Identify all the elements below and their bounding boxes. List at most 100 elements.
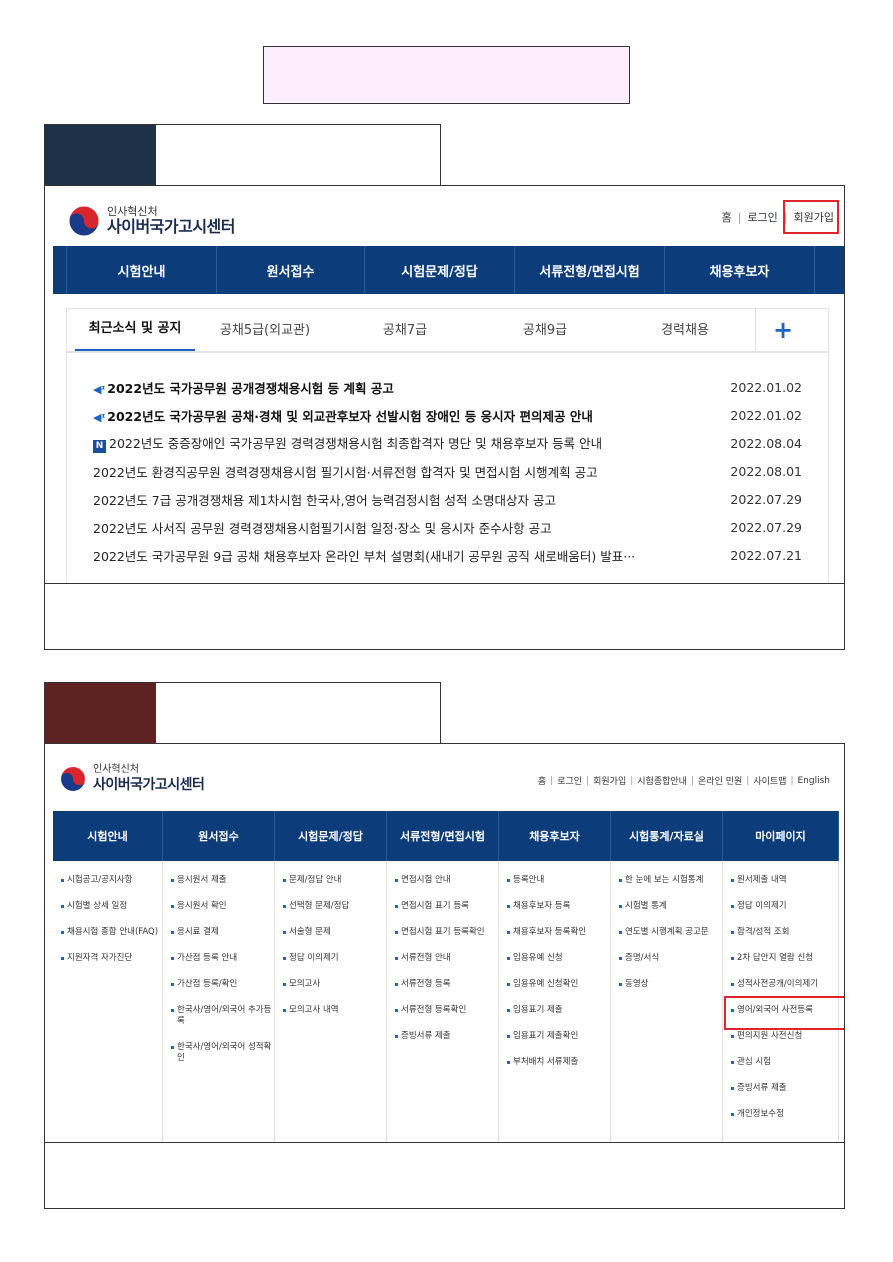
mega-menu-item[interactable]: 연도별 시행계획 공고문 — [619, 927, 722, 938]
step1-color-block — [45, 125, 156, 185]
util-link[interactable]: 로그인 — [557, 774, 582, 787]
nav-item[interactable]: 마이페이지 — [723, 811, 839, 861]
news-row[interactable]: 2022년도 사서직 공무원 경력경쟁채용시험필기시험 일정·장소 및 응시자 … — [93, 513, 802, 541]
mega-menu-item[interactable]: 지원자격 자가진단 — [61, 953, 162, 964]
step2-tab — [44, 682, 441, 744]
util-link[interactable]: 시험종합안내 — [637, 774, 687, 787]
mega-menu-item[interactable]: 한 눈에 보는 시험통계 — [619, 875, 722, 886]
util-link[interactable]: 회원가입 — [593, 774, 626, 787]
mega-menu-item[interactable]: 모의고사 내역 — [283, 1005, 386, 1016]
mega-menu-item[interactable]: 임용표기 제출 — [507, 1005, 610, 1016]
news-row[interactable]: 2022년도 환경직공무원 경력경쟁채용시험 필기시험·서류전형 합격자 및 면… — [93, 457, 802, 485]
mega-menu-item[interactable]: 채용후보자 등록확인 — [507, 927, 610, 938]
nav-item-more[interactable] — [815, 246, 844, 294]
mega-menu-item[interactable]: 증빙서류 제출 — [731, 1083, 838, 1094]
mega-menu-item[interactable]: 시험별 상세 일정 — [61, 901, 162, 912]
mega-menu-item[interactable]: 등록안내 — [507, 875, 610, 886]
mega-menu-item[interactable]: 성적사전공개/이의제기 — [731, 979, 838, 990]
nav-item[interactable]: 서류전형/면접시험 — [387, 811, 499, 861]
news-row[interactable]: N 2022년도 중증장애인 국가공무원 경력경쟁채용시험 최종합격자 명단 및 … — [93, 429, 802, 457]
mega-menu-item[interactable]: 임용유예 신청 — [507, 953, 610, 964]
mega-menu-item[interactable]: 임용유예 신청확인 — [507, 979, 610, 990]
mega-menu-item[interactable]: 서술형 문제 — [283, 927, 386, 938]
news-row[interactable]: ◀ᶦ 2022년도 국가공무원 공개경쟁채용시험 등 계획 공고 2022.01.0… — [93, 373, 802, 401]
mega-menu-item[interactable]: 선택형 문제/정답 — [283, 901, 386, 912]
util-home-link[interactable]: 홈 — [722, 209, 732, 225]
mega-menu-item[interactable]: 채용후보자 등록 — [507, 901, 610, 912]
mega-menu-item[interactable]: 응시원서 확인 — [171, 901, 274, 912]
mega-menu-item[interactable]: 서류전형 안내 — [395, 953, 498, 964]
mega-menu-item[interactable]: 한국사/영어/외국어 추가등록 — [171, 1005, 274, 1027]
util-link[interactable]: 온라인 민원 — [698, 774, 742, 787]
util-link[interactable]: 사이트맵 — [753, 774, 786, 787]
news-title[interactable]: 2022년도 국가공무원 9급 공채 채용후보자 온라인 부처 설명회(새내기 … — [93, 546, 713, 565]
mega-menu-item[interactable]: 응시료 결제 — [171, 927, 274, 938]
news-title[interactable]: 2022년도 사서직 공무원 경력경쟁채용시험필기시험 일정·장소 및 응시자 … — [93, 518, 713, 537]
mega-menu-item[interactable]: 증빙서류 제출 — [395, 1031, 498, 1042]
nav-item[interactable]: 원서접수 — [163, 811, 275, 861]
divider: | — [586, 775, 590, 786]
mega-menu-item[interactable]: 면접시험 표기 등록확인 — [395, 927, 498, 938]
site-logo[interactable]: 인사혁신처 사이버국가고시센터 — [59, 764, 205, 794]
news-title[interactable]: 2022년도 환경직공무원 경력경쟁채용시험 필기시험·서류전형 합격자 및 면… — [93, 462, 713, 481]
mega-menu-item[interactable]: 편의지원 사전신청 — [731, 1031, 838, 1042]
mega-menu-item[interactable]: 응시원서 제출 — [171, 875, 274, 886]
util-login-link[interactable]: 로그인 — [747, 209, 777, 225]
mega-menu-item[interactable]: 정답 이의제기 — [731, 901, 838, 912]
mega-menu-item[interactable]: 면접시험 안내 — [395, 875, 498, 886]
mega-menu-item[interactable]: 면접시험 표기 등록 — [395, 901, 498, 912]
mega-menu-item[interactable]: 정답 이의제기 — [283, 953, 386, 964]
news-title[interactable]: N 2022년도 중증장애인 국가공무원 경력경쟁채용시험 최종합격자 명단 및 … — [93, 433, 713, 453]
step2-caption-box — [44, 1142, 845, 1209]
mega-menu-item[interactable]: 모의고사 — [283, 979, 386, 990]
mega-menu-item[interactable]: 문제/정답 안내 — [283, 875, 386, 886]
tab-grade7[interactable]: 공채7급 — [335, 319, 475, 351]
mega-menu-item[interactable]: 원서제출 내역 — [731, 875, 838, 886]
news-title[interactable]: ◀ᶦ 2022년도 국가공무원 공개경쟁채용시험 등 계획 공고 — [93, 378, 713, 397]
nav-item-questions[interactable]: 시험문제/정답 — [365, 246, 515, 294]
news-date: 2022.07.21 — [730, 547, 802, 563]
nav-item-candidates[interactable]: 채용후보자 — [665, 246, 815, 294]
nav-item[interactable]: 채용후보자 — [499, 811, 611, 861]
mega-menu-item[interactable]: 2차 답안지 열람 신청 — [731, 953, 838, 964]
mega-menu-item[interactable]: 개인정보수정 — [731, 1109, 838, 1120]
mega-menu-item[interactable]: 합격/성적 조회 — [731, 927, 838, 938]
mega-menu-item[interactable]: 부처배치 서류제출 — [507, 1057, 610, 1068]
mega-menu-item[interactable]: 시험공고/공지사항 — [61, 875, 162, 886]
tab-grade5[interactable]: 공채5급(외교관) — [195, 319, 335, 351]
step1-tab — [44, 124, 441, 186]
news-title[interactable]: ◀ᶦ 2022년도 국가공무원 공채·경채 및 외교관후보자 선발시험 장애인 등… — [93, 406, 713, 425]
mega-menu-item[interactable]: 임용표기 제출확인 — [507, 1031, 610, 1042]
mega-menu-item[interactable]: 가산점 등록/확인 — [171, 979, 274, 990]
mega-menu-item[interactable]: 채용시험 종합 안내(FAQ) — [61, 927, 162, 938]
logo-org-name: 인사혁신처 — [93, 764, 139, 775]
tab-latest-news[interactable]: 최근소식 및 공지 — [75, 317, 195, 351]
util-link[interactable]: English — [798, 776, 831, 786]
site-logo[interactable]: 인사혁신처 사이버국가고시센터 — [67, 204, 235, 238]
tab-career[interactable]: 경력채용 — [615, 319, 755, 351]
mega-menu-item[interactable]: 서류전형 등록확인 — [395, 1005, 498, 1016]
nav-item[interactable]: 시험문제/정답 — [275, 811, 387, 861]
mega-menu-item[interactable]: 가산점 등록 안내 — [171, 953, 274, 964]
mega-menu-item[interactable]: 증명/서식 — [619, 953, 722, 964]
tab-grade9[interactable]: 공채9급 — [475, 319, 615, 351]
nav-item-application[interactable]: 원서접수 — [217, 246, 365, 294]
news-row[interactable]: 2022년도 7급 공개경쟁채용 제1차시험 한국사,영어 능력검정시험 성적 … — [93, 485, 802, 513]
util-link[interactable]: 홈 — [538, 774, 546, 787]
nav-item-interview[interactable]: 서류전형/면접시험 — [515, 246, 665, 294]
mega-menu-item[interactable]: 동영상 — [619, 979, 722, 990]
nav-item[interactable]: 시험안내 — [53, 811, 163, 861]
mega-menu-item[interactable]: 서류전형 등록 — [395, 979, 498, 990]
news-title[interactable]: 2022년도 7급 공개경쟁채용 제1차시험 한국사,영어 능력검정시험 성적 … — [93, 490, 713, 509]
divider: | — [746, 775, 750, 786]
korea-emblem-icon — [67, 204, 101, 238]
mega-menu-item[interactable]: 관심 시험 — [731, 1057, 838, 1068]
mega-menu-item[interactable]: 한국사/영어/외국어 성적확인 — [171, 1042, 274, 1064]
news-title-text: 2022년도 국가공무원 공개경쟁채용시험 등 계획 공고 — [107, 380, 394, 396]
mega-menu-item[interactable]: 시험별 통계 — [619, 901, 722, 912]
news-row[interactable]: 2022년도 국가공무원 9급 공채 채용후보자 온라인 부처 설명회(새내기 … — [93, 541, 802, 569]
news-row[interactable]: ◀ᶦ 2022년도 국가공무원 공채·경채 및 외교관후보자 선발시험 장애인 등… — [93, 401, 802, 429]
nav-item-exam-info[interactable]: 시험안내 — [67, 246, 217, 294]
more-news-button[interactable]: + — [755, 309, 810, 351]
nav-item[interactable]: 시험통계/자료실 — [611, 811, 723, 861]
